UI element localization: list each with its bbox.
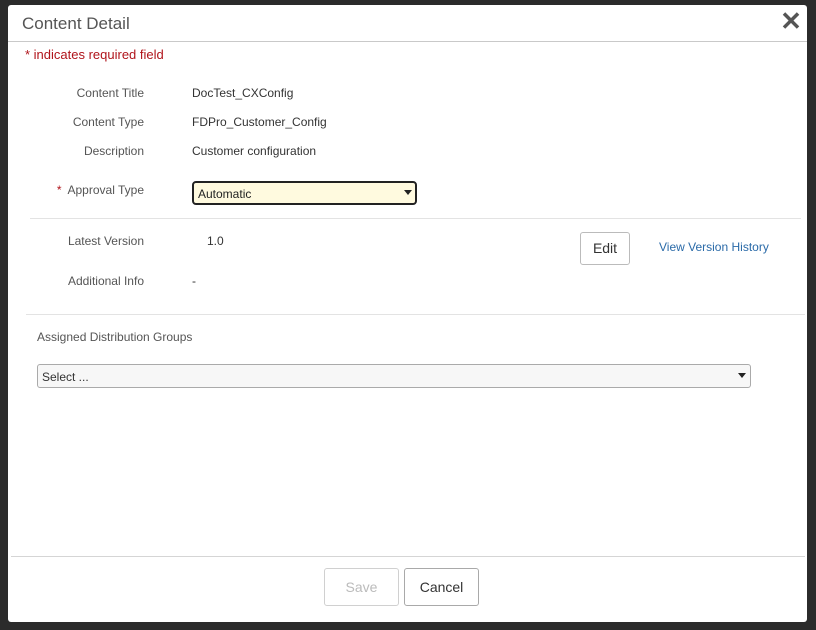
latest-version-label: Latest Version [67, 234, 144, 248]
additional-info-label: Additional Info [67, 274, 144, 288]
save-button[interactable]: Save [324, 568, 399, 606]
approval-type-value: Automatic [198, 187, 252, 201]
chevron-down-icon [404, 190, 412, 195]
required-field-note: * indicates required field [25, 47, 164, 62]
section-divider [30, 218, 801, 219]
chevron-down-icon [738, 373, 746, 378]
description-label: Description [83, 144, 144, 158]
content-type-label: Content Type [72, 115, 144, 129]
approval-type-label: Approval Type [67, 183, 145, 197]
approval-type-label-group: * Approval Type [8, 183, 144, 197]
cancel-button[interactable]: Cancel [404, 568, 479, 606]
additional-info-value: - [192, 274, 196, 288]
distribution-groups-select[interactable]: Select ... [37, 364, 751, 388]
close-icon[interactable]: ✕ [779, 8, 803, 34]
latest-version-value: 1.0 [207, 234, 224, 248]
content-detail-dialog: Content Detail ✕ * indicates required fi… [8, 5, 807, 622]
content-title-value: DocTest_CXConfig [192, 86, 294, 100]
section-divider [26, 314, 805, 315]
required-asterisk: * [56, 183, 62, 197]
content-title-label: Content Title [76, 86, 144, 100]
dialog-title: Content Detail [22, 14, 130, 33]
distribution-groups-title: Assigned Distribution Groups [37, 330, 193, 344]
content-type-value: FDPro_Customer_Config [192, 115, 327, 129]
footer-divider [11, 556, 805, 557]
approval-type-select[interactable]: Automatic [192, 181, 417, 205]
edit-button[interactable]: Edit [580, 232, 630, 265]
dialog-header: Content Detail ✕ [8, 5, 807, 42]
description-value: Customer configuration [192, 144, 317, 158]
distribution-groups-value: Select ... [42, 370, 89, 384]
view-version-history-link[interactable]: View Version History [659, 240, 769, 254]
